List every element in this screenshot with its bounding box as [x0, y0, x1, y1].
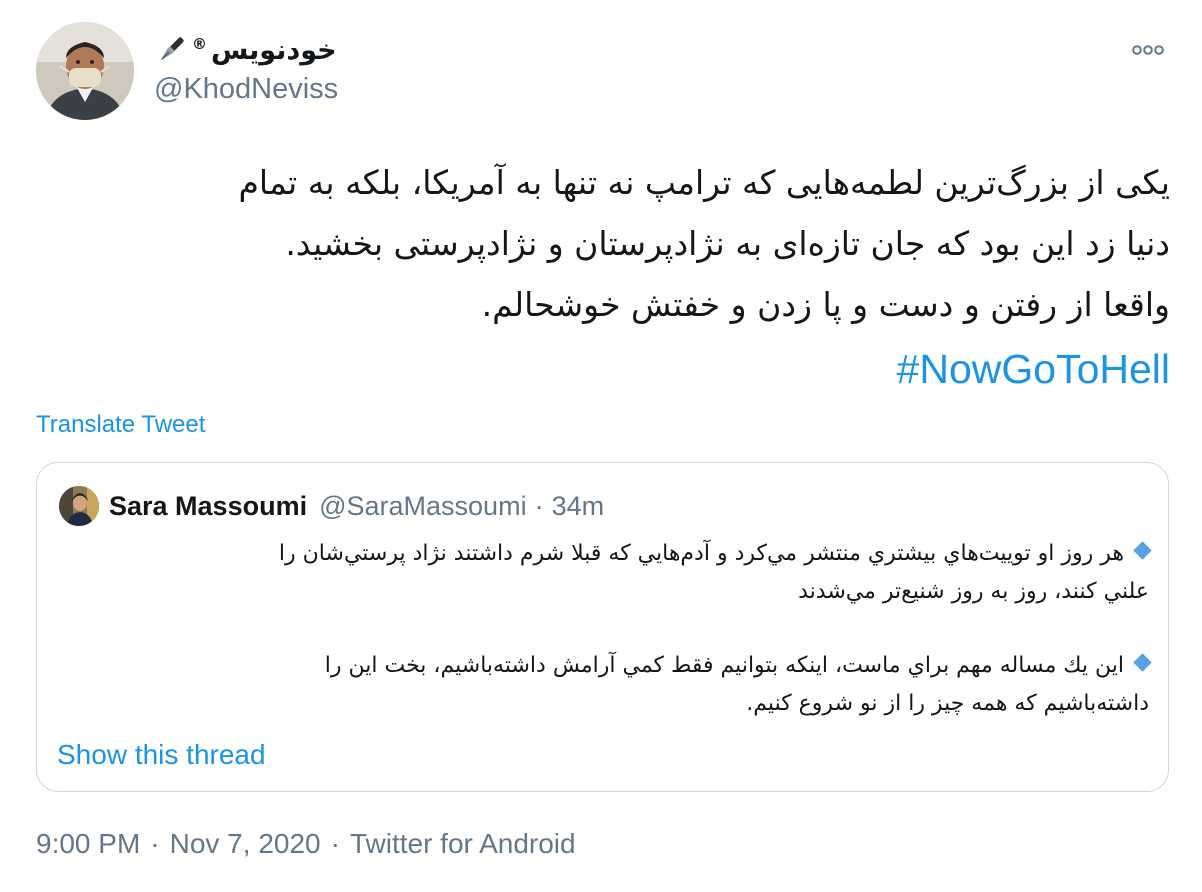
quoted-paragraph: هر روز او توييت‌هاي بيشتري منتشر مي‌كرد … [57, 535, 1152, 611]
tweet-text-line: دنیا زد این بود که جان تازه‌ای به نژادپر… [285, 224, 1170, 263]
footer-separator: · [150, 828, 160, 859]
user-avatar-icon [36, 22, 134, 120]
footer-separator: · [330, 828, 340, 859]
tweet-source-link[interactable]: Twitter for Android [350, 824, 576, 864]
quoted-text-line: داشته‌باشيم كه همه چيز را از نو شروع كني… [746, 691, 1149, 716]
tweet-date[interactable]: Nov 7, 2020 [170, 824, 321, 864]
quoted-author-handle[interactable]: @SaraMassoumi [319, 491, 526, 522]
registered-mark: ® [192, 35, 207, 53]
more-options-icon [1132, 45, 1164, 55]
quoted-author-avatar[interactable] [59, 486, 99, 526]
quoted-tweet-card[interactable]: Sara Massoumi @SaraMassoumi · 34m هر روز… [36, 462, 1169, 792]
tweet-text: یکی از بزرگ‌ترین لطمه‌هایی که ترامپ نه ت… [36, 152, 1170, 335]
more-options-button[interactable] [1128, 36, 1168, 64]
tweet-text-line: یکی از بزرگ‌ترین لطمه‌هایی که ترامپ نه ت… [238, 163, 1170, 202]
quoted-text-line: اين يك مساله مهم براي ماست، اينكه بتواني… [57, 647, 1152, 685]
quoted-text: اين يك مساله مهم براي ماست، اينكه بتواني… [324, 653, 1124, 678]
tweet-footer: 9:00 PM · Nov 7, 2020 · Twitter for Andr… [36, 824, 576, 864]
quoted-text-line: علني كنند، روز به روز شنيع‌تر مي‌شدند [798, 579, 1149, 604]
hashtag-link[interactable]: #NowGoToHell [897, 341, 1170, 397]
fountain-pen-icon [160, 37, 184, 61]
quoted-text-line: هر روز او توييت‌هاي بيشتري منتشر مي‌كرد … [57, 535, 1152, 573]
tweet-time[interactable]: 9:00 PM [36, 824, 140, 864]
user-avatar-icon [59, 486, 99, 526]
quoted-text: هر روز او توييت‌هاي بيشتري منتشر مي‌كرد … [278, 541, 1124, 566]
quoted-tweet-time[interactable]: 34m [552, 491, 605, 522]
tweet-text-line: واقعا از رفتن و دست و پا زدن و خفتش خوشح… [481, 285, 1170, 324]
show-thread-link[interactable]: Show this thread [57, 735, 266, 775]
tweet-card: ® خودنویس @KhodNeviss یکی از بزرگ‌ترین ل… [0, 0, 1202, 892]
blue-diamond-icon [1133, 653, 1152, 672]
author-handle[interactable]: @KhodNeviss [154, 73, 338, 106]
quoted-paragraph: اين يك مساله مهم براي ماست، اينكه بتواني… [57, 647, 1152, 723]
translate-tweet-link[interactable]: Translate Tweet [36, 408, 205, 442]
blue-diamond-icon [1133, 541, 1152, 560]
header-separator: · [534, 490, 544, 521]
author-name-row[interactable]: ® خودنویس [154, 34, 337, 66]
quoted-author-name[interactable]: Sara Massoumi [109, 491, 307, 522]
quoted-tweet-header: Sara Massoumi @SaraMassoumi · 34m [109, 487, 604, 525]
author-display-name[interactable]: خودنویس [211, 35, 337, 66]
author-avatar[interactable] [36, 22, 134, 120]
